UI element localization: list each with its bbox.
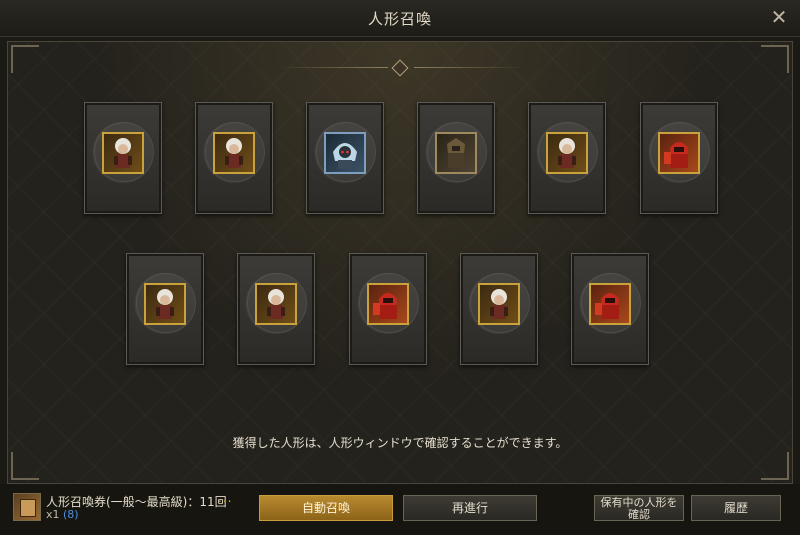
white-hair-warrior-doll-icon [213, 132, 255, 174]
summon-result-card[interactable] [195, 102, 273, 214]
summon-ticket-icon [13, 493, 41, 521]
white-hair-warrior-doll-icon [144, 283, 186, 325]
summon-result-card[interactable] [349, 253, 427, 365]
white-hair-warrior-doll-icon [102, 132, 144, 174]
window-title: 人形召喚 [367, 10, 432, 28]
corner-ornament [11, 452, 39, 480]
close-icon[interactable]: ✕ [768, 6, 790, 28]
summon-result-card[interactable] [640, 102, 718, 214]
doll-summon-window: 人形召喚 ✕ 獲得した人形は、人形ウィンドウで確認することができます。 人形召喚… [0, 0, 800, 535]
white-hair-warrior-doll-icon [546, 132, 588, 174]
header-ornament [278, 59, 524, 77]
red-armored-doll-icon [658, 132, 700, 174]
ticket-quantity: x1 (8) [46, 508, 79, 521]
white-hair-warrior-doll-icon [478, 283, 520, 325]
ticket-required-count: x1 [46, 508, 60, 521]
summon-result-card[interactable] [417, 102, 495, 214]
summon-result-card[interactable] [528, 102, 606, 214]
blue-hooded-doll-icon [324, 132, 366, 174]
summon-result-card[interactable] [84, 102, 162, 214]
summon-result-card[interactable] [571, 253, 649, 365]
title-bar: 人形召喚 ✕ [0, 0, 800, 37]
summon-result-card[interactable] [126, 253, 204, 365]
corner-ornament [761, 452, 789, 480]
ticket-more-button[interactable]: ... [218, 491, 232, 505]
dark-armored-doll-icon [435, 132, 477, 174]
corner-ornament [761, 45, 789, 73]
summon-result-card[interactable] [306, 102, 384, 214]
summon-result-card[interactable] [237, 253, 315, 365]
ticket-owned-count: (8) [63, 508, 79, 521]
summon-result-card[interactable] [460, 253, 538, 365]
retry-button[interactable]: 再進行 [403, 495, 537, 521]
auto-summon-button[interactable]: 自動召喚 [259, 495, 393, 521]
check-owned-dolls-button[interactable]: 保有中の人形を 確認 [594, 495, 684, 521]
corner-ornament [11, 45, 39, 73]
check-owned-label-2: 確認 [628, 508, 650, 521]
red-armored-doll-icon [367, 283, 409, 325]
white-hair-warrior-doll-icon [255, 283, 297, 325]
info-message: 獲得した人形は、人形ウィンドウで確認することができます。 [232, 436, 568, 450]
red-armored-doll-icon [589, 283, 631, 325]
history-button[interactable]: 履歴 [691, 495, 781, 521]
